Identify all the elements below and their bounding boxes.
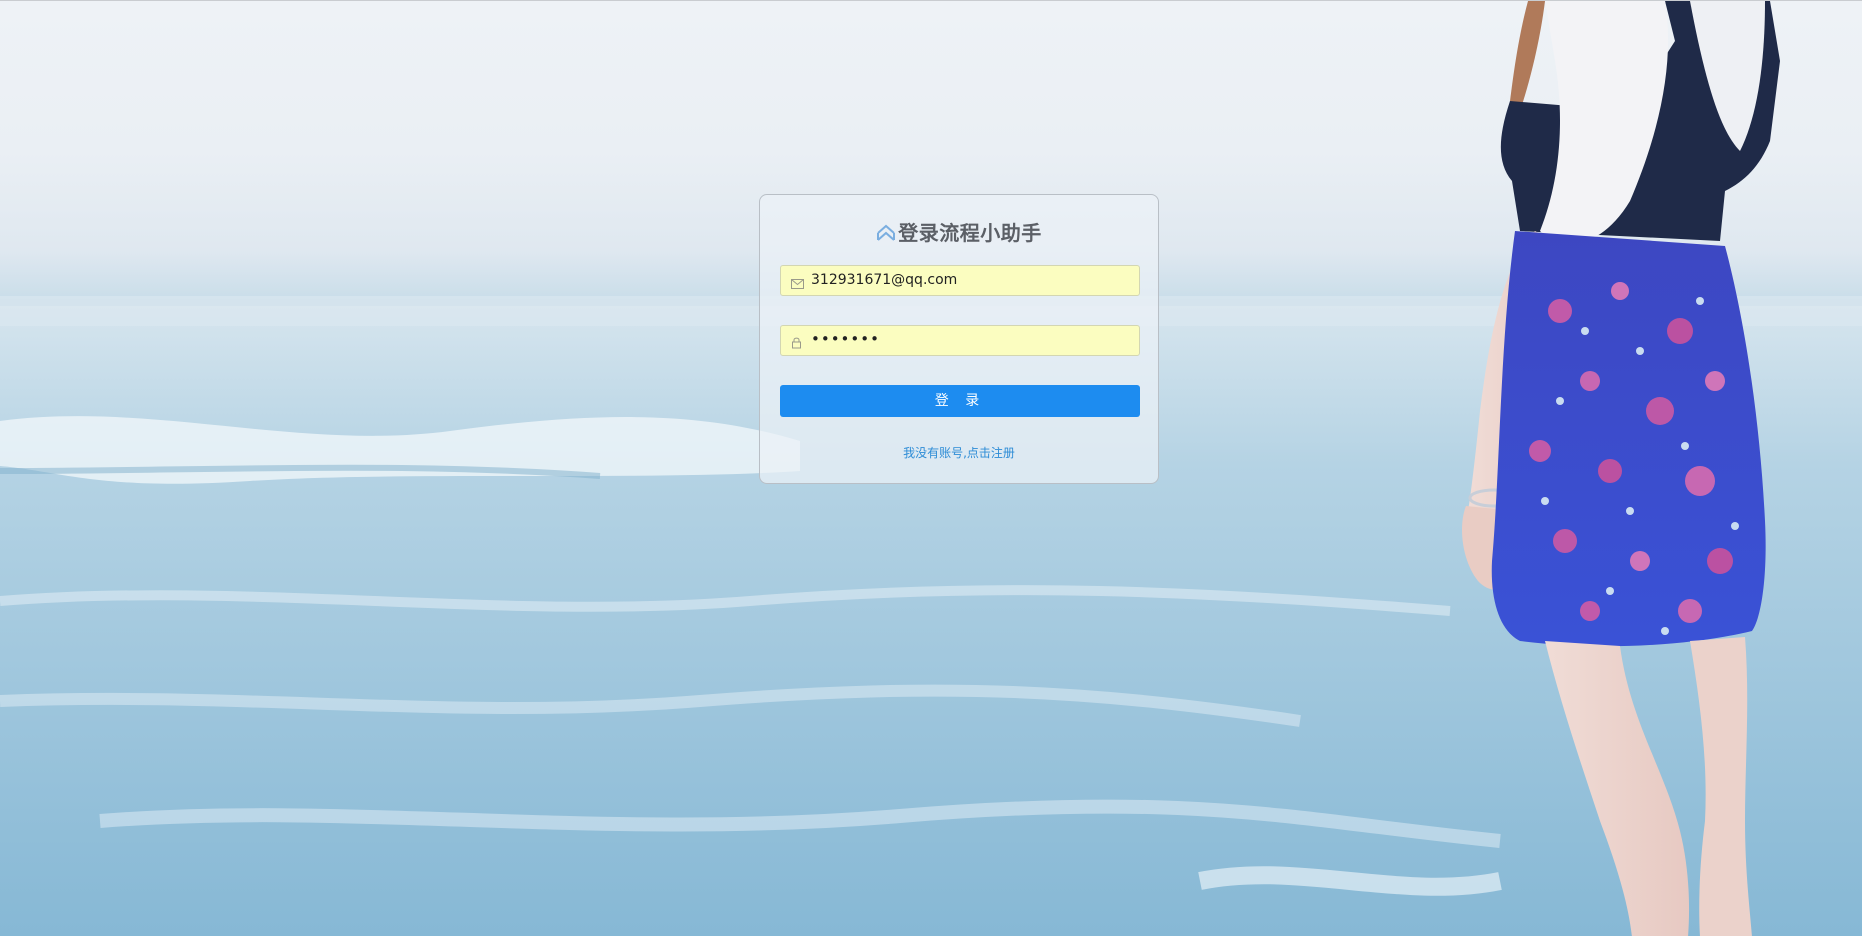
email-value: 312931671@qq.com	[811, 272, 958, 288]
login-button[interactable]: 登 录	[780, 385, 1140, 417]
register-link[interactable]: 我没有账号,点击注册	[760, 444, 1158, 461]
password-field[interactable]: •••••••	[780, 325, 1140, 356]
mail-icon	[791, 274, 804, 293]
double-chevron-up-icon	[876, 223, 896, 248]
login-card: 登录流程小助手 312931671@qq.com ••••••• 登 录 我没有…	[759, 194, 1159, 484]
lock-icon	[791, 334, 802, 353]
email-field[interactable]: 312931671@qq.com	[780, 265, 1140, 296]
login-title: 登录流程小助手	[760, 217, 1158, 248]
login-page: 登录流程小助手 312931671@qq.com ••••••• 登 录 我没有…	[0, 0, 1862, 936]
login-title-text: 登录流程小助手	[898, 221, 1042, 245]
password-value: •••••••	[811, 330, 880, 348]
